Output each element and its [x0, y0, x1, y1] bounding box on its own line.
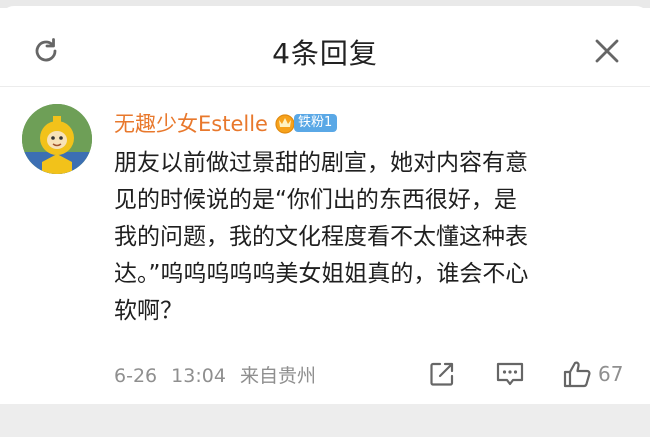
avatar[interactable] [22, 104, 92, 174]
thumbs-up-icon [563, 361, 591, 388]
sheet-title: 4条回复 [272, 37, 378, 70]
header-divider [0, 86, 650, 87]
bottom-band [0, 404, 650, 437]
like-count: 67 [598, 362, 624, 386]
crown-icon [275, 114, 295, 134]
close-icon [595, 39, 619, 63]
comment-icon [496, 362, 524, 386]
like-button[interactable]: 67 [562, 358, 623, 390]
close-button[interactable] [589, 33, 625, 69]
user-row: 无趣少女Estelle 铁粉1 [114, 108, 338, 138]
username[interactable]: 无趣少女Estelle [114, 108, 268, 138]
avatar-image [22, 104, 92, 174]
fan-badge[interactable]: 铁粉1 [274, 112, 338, 134]
comment-time: 13:04 [171, 365, 226, 387]
badge-label: 铁粉1 [293, 114, 338, 132]
reply-sheet: 4条回复 无趣少女Estelle 铁粉1 朋友以前做过景甜的剧宣，她对内容有意 … [0, 0, 650, 437]
reply-button[interactable] [495, 360, 525, 388]
sheet-header: 4条回复 [0, 6, 650, 86]
share-icon [430, 362, 454, 386]
comment-meta: 6-26 13:04 来自贵州 [114, 361, 316, 388]
comment-text: 朋友以前做过景甜的剧宣，她对内容有意 见的时候说的是“你们出的东西很好，是 我的… [114, 150, 529, 324]
comment-location: 来自贵州 [239, 365, 316, 387]
share-button[interactable] [428, 360, 456, 388]
comment-date: 6-26 [114, 365, 158, 387]
